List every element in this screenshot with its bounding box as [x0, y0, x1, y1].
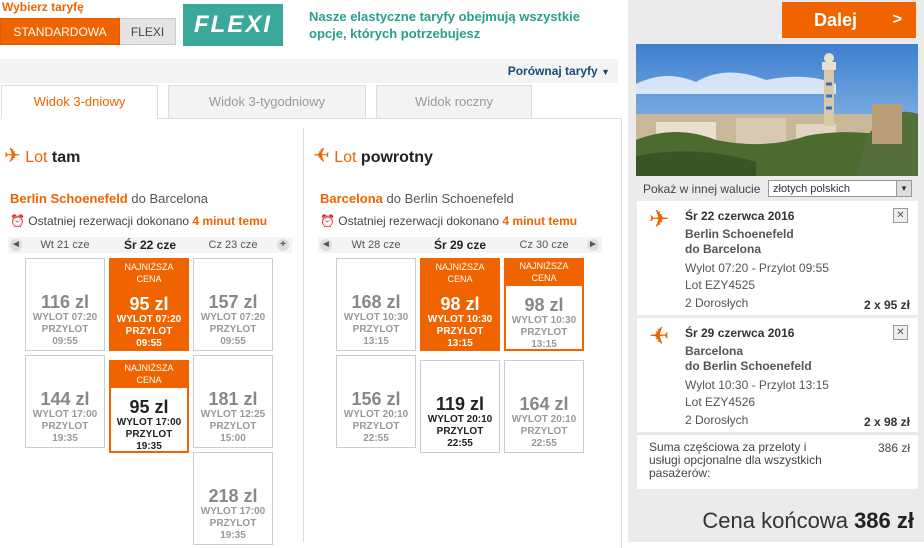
final-price-label: Cena końcowa	[702, 508, 848, 533]
day-header: Wt 28 cze	[351, 239, 401, 251]
flexi-fare-button[interactable]: FLEXI	[120, 18, 176, 45]
inbound-last-booking: ⏰ Ostatniej rezerwacji dokonano 4 minut …	[320, 214, 578, 228]
compare-fares-label: Porównaj taryfy	[507, 64, 598, 78]
inbound-summary: ✈ Śr 29 czerwca 2016 ✕ Barcelona do Berli…	[637, 318, 918, 432]
next-button[interactable]: Dalej >	[782, 2, 916, 38]
inbound-route: Barcelona do Berlin Schoenefeld	[320, 191, 514, 206]
fare-card[interactable]: 144 zl WYLOT 17:00 PRZYLOT 19:35	[25, 355, 105, 448]
next-day-icon[interactable]: +	[277, 239, 289, 251]
day-header-selected: Śr 29 cze	[433, 238, 487, 252]
fare-card[interactable]: 164 zl WYLOT 20:10 PRZYLOT 22:55	[504, 360, 584, 453]
column-divider	[303, 128, 304, 542]
fare-card[interactable]: 119 zl WYLOT 20:10 PRZYLOT 22:55	[420, 360, 500, 453]
compare-fares-link[interactable]: Porównaj taryfy ▼	[508, 64, 610, 78]
final-price: Cena końcowa 386 zł	[702, 508, 914, 534]
next-button-label: Dalej	[814, 10, 858, 30]
day-header: Cz 30 cze	[519, 239, 569, 251]
outbound-title: ✈ Lot tam	[4, 145, 81, 167]
subtotal-label: Suma częściowa za przeloty i usługi opcj…	[649, 440, 822, 480]
chevron-right-icon: >	[892, 11, 902, 28]
fare-section-title: Wybierz taryfę	[2, 0, 84, 14]
flexi-logo: FLEXI	[183, 4, 283, 46]
fare-card-lowest-selected[interactable]: NAJNIŻSZA CENA 95 zl WYLOT 07:20 PRZYLOT …	[109, 258, 189, 351]
standard-fare-button[interactable]: STANDARDOWA	[0, 18, 120, 45]
outbound-route: Berlin Schoenefeld do Barcelona	[10, 191, 209, 206]
fare-card-lowest[interactable]: NAJNIŻSZA CENA 95 zl WYLOT 17:00 PRZYLOT …	[109, 360, 189, 453]
tab-3-day-view[interactable]: Widok 3-dniowy	[1, 85, 158, 119]
fare-card-lowest-selected[interactable]: NAJNIŻSZA CENA 98 zl WYLOT 10:30 PRZYLOT …	[420, 258, 500, 351]
outbound-summary: ✈ Śr 22 czerwca 2016 ✕ Berlin Schoenefel…	[637, 201, 918, 315]
currency-label: Pokaż w innej walucie	[643, 182, 761, 196]
flexi-description: Nasze elastyczne taryfy obejmują wszystk…	[309, 9, 580, 41]
close-icon[interactable]: ✕	[893, 208, 908, 223]
next-day-icon[interactable]: ►	[587, 239, 599, 251]
tab-year-view[interactable]: Widok roczny	[376, 85, 532, 119]
subtotal-value: 386 zł	[877, 441, 910, 455]
day-header: Wt 21 cze	[40, 239, 90, 251]
prev-day-icon[interactable]: ◄	[10, 239, 22, 251]
subtotal-box: Suma częściowa za przeloty i usługi opcj…	[637, 434, 918, 489]
final-price-value: 386 zł	[854, 508, 914, 533]
inbound-title: ✈ Lot powrotny	[313, 145, 433, 167]
tab-3-week-view[interactable]: Widok 3-tygodniowy	[168, 85, 366, 119]
lowest-price-badge: NAJNIŻSZA CENA	[421, 259, 499, 287]
lowest-price-badge: NAJNIŻSZA CENA	[109, 360, 189, 388]
close-icon[interactable]: ✕	[893, 325, 908, 340]
fare-card[interactable]: 218 zl WYLOT 17:00 PRZYLOT 19:35	[193, 452, 273, 545]
prev-day-icon[interactable]: ◄	[320, 239, 332, 251]
plane-icon: ✈	[649, 323, 670, 350]
compare-bar: Porównaj taryfy ▼	[0, 59, 618, 83]
triangle-down-icon: ▼	[601, 67, 610, 77]
alarm-clock-icon: ⏰	[320, 214, 335, 228]
plane-icon: ✈	[313, 145, 330, 167]
fare-card[interactable]: 116 zl WYLOT 07:20 PRZYLOT 09:55	[25, 258, 105, 351]
fare-card[interactable]: 156 zl WYLOT 20:10 PRZYLOT 22:55	[336, 355, 416, 448]
lowest-price-badge: NAJNIŻSZA CENA	[110, 259, 188, 287]
day-header: Cz 23 cze	[208, 239, 258, 251]
lowest-price-badge: NAJNIŻSZA CENA	[504, 258, 584, 286]
fare-card[interactable]: 157 zl WYLOT 07:20 PRZYLOT 09:55	[193, 258, 273, 351]
alarm-clock-icon: ⏰	[10, 214, 25, 228]
fare-card[interactable]: 181 zl WYLOT 12:25 PRZYLOT 15:00	[193, 355, 273, 448]
currency-select[interactable]: złotych polskich ▼	[768, 180, 912, 197]
plane-icon: ✈	[649, 206, 670, 233]
day-header-selected: Śr 22 cze	[123, 238, 177, 252]
fare-card[interactable]: 168 zl WYLOT 10:30 PRZYLOT 13:15	[336, 258, 416, 351]
destination-photo	[636, 44, 918, 176]
outbound-last-booking: ⏰ Ostatniej rezerwacji dokonano 4 minut …	[10, 214, 268, 228]
chevron-down-icon: ▼	[896, 181, 911, 196]
plane-icon: ✈	[4, 145, 21, 167]
fare-card-lowest[interactable]: NAJNIŻSZA CENA 98 zl WYLOT 10:30 PRZYLOT …	[504, 258, 584, 351]
